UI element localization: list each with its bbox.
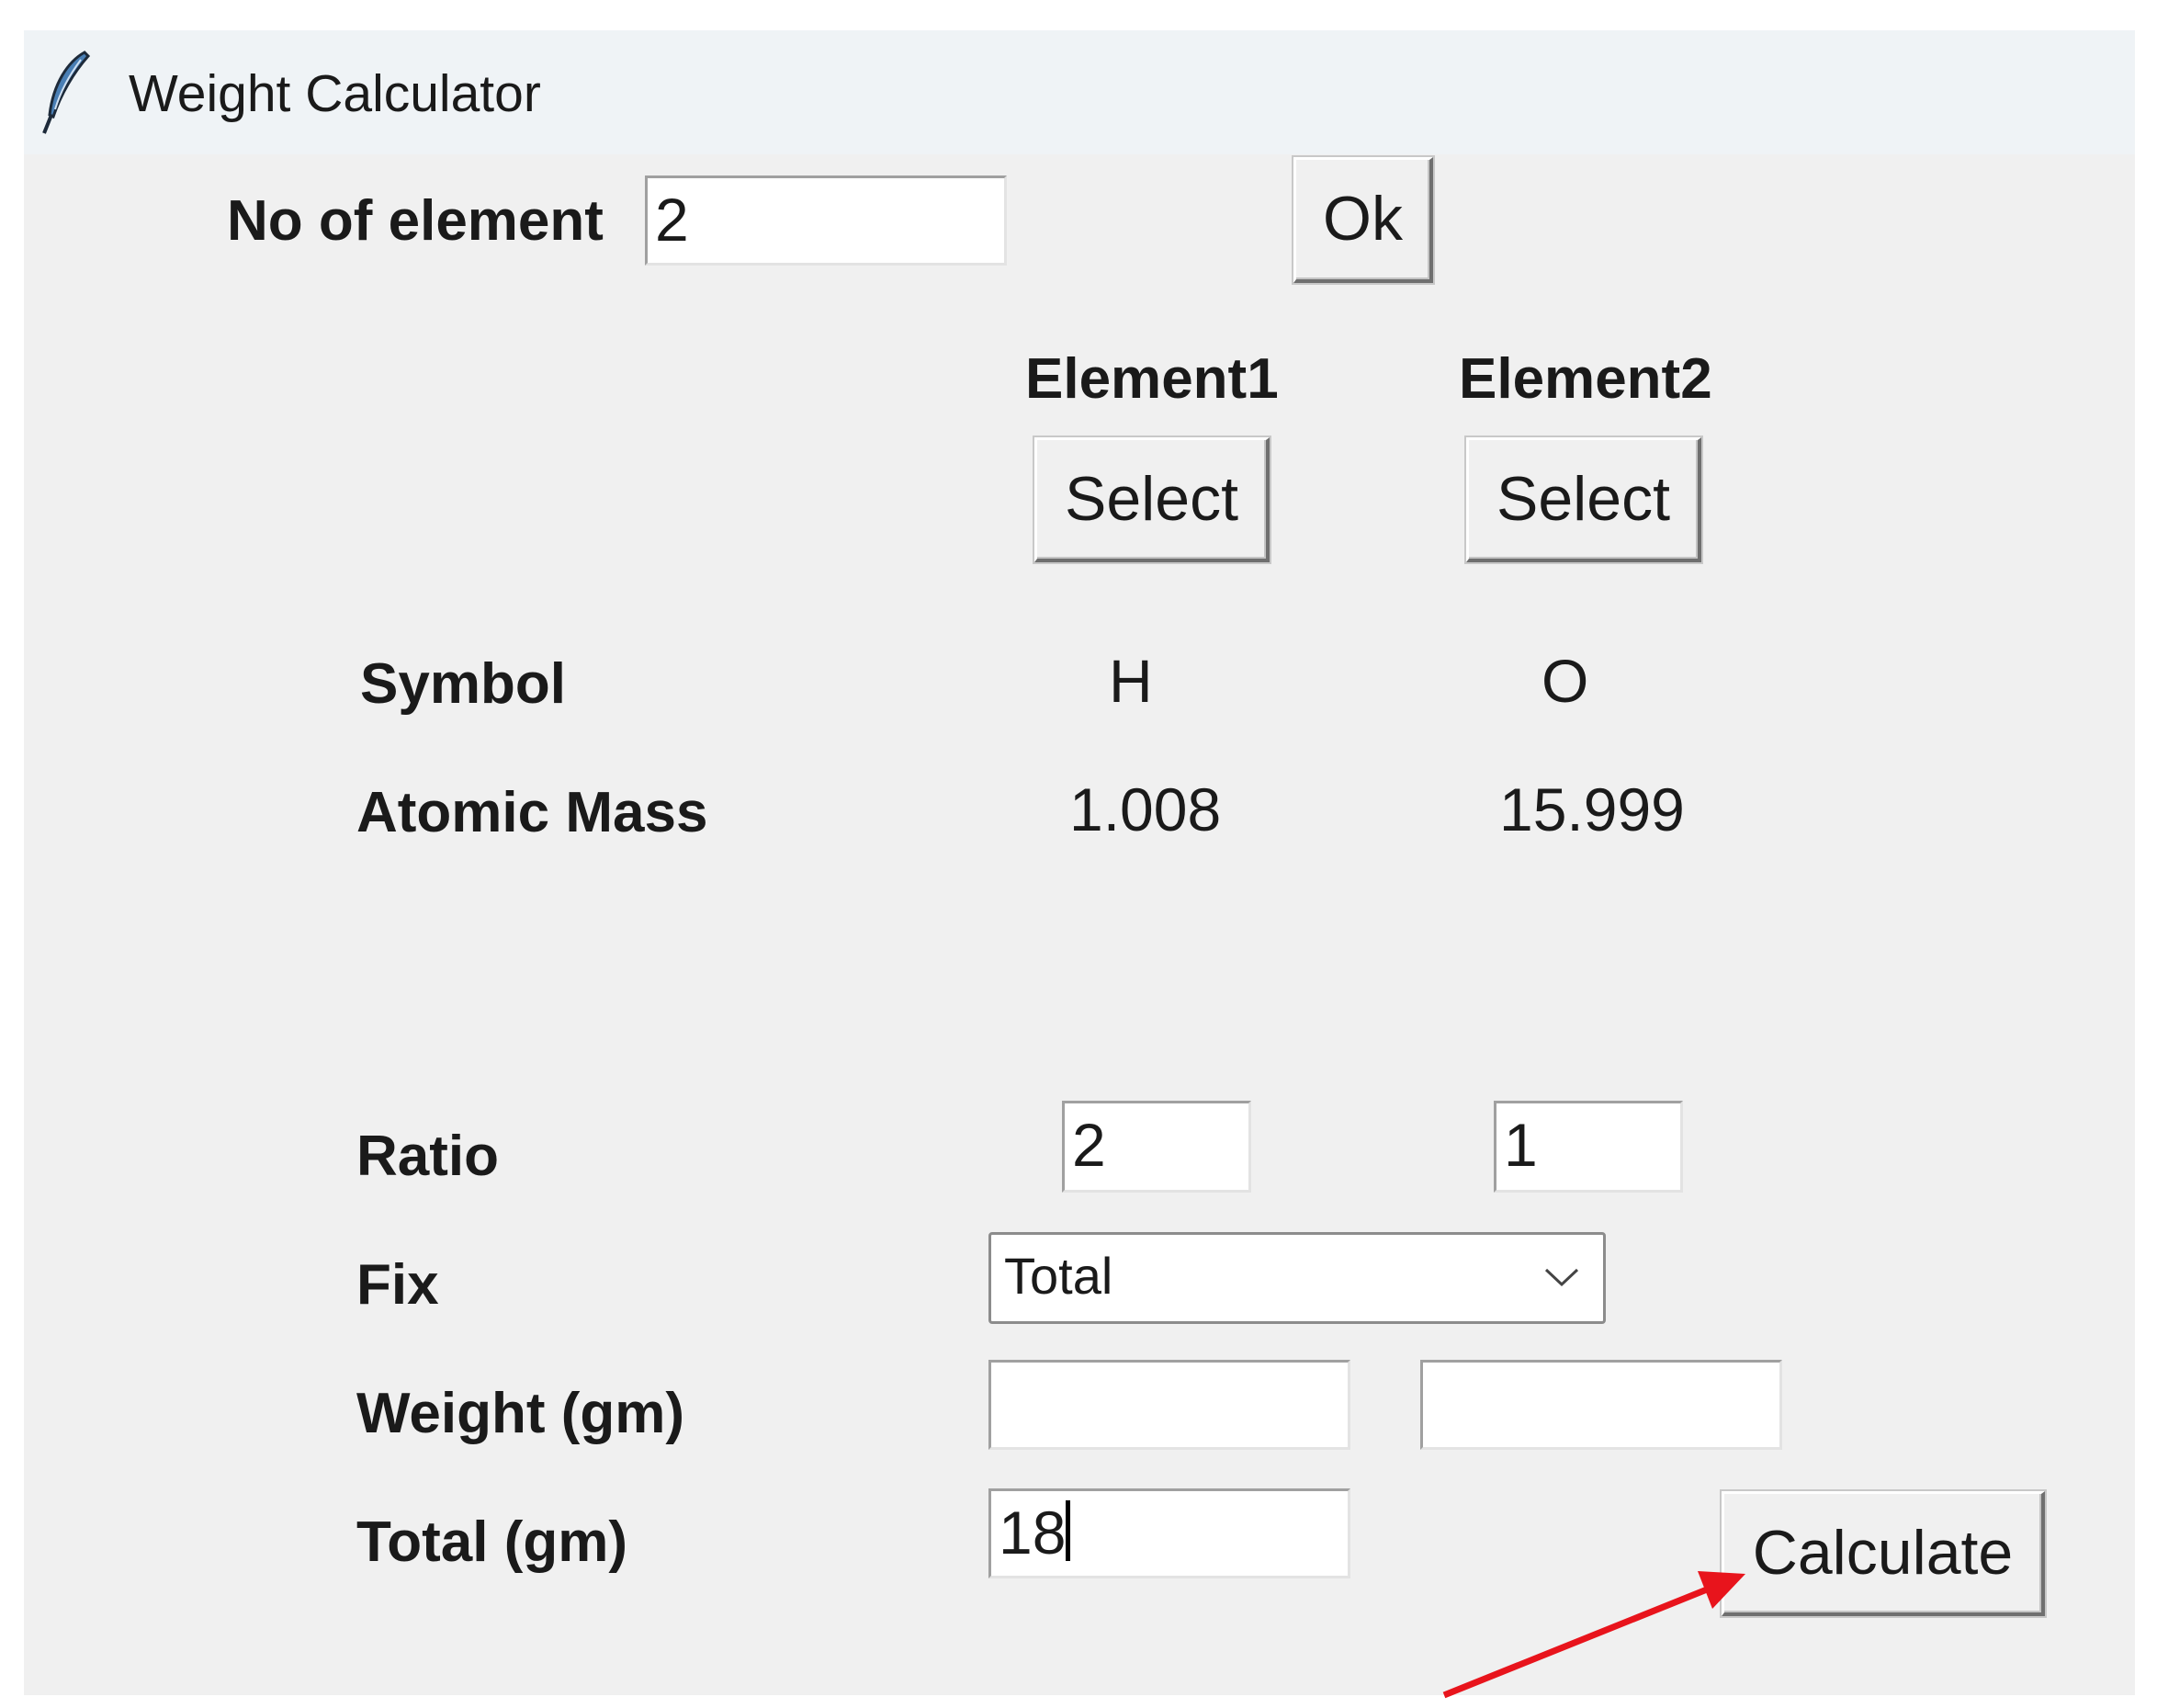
fix-selected-value: Total — [1004, 1247, 1113, 1305]
element2-header: Element2 — [1459, 347, 1712, 411]
calculate-button[interactable]: Calculate — [1722, 1491, 2045, 1616]
ratio-label: Ratio — [356, 1125, 499, 1188]
element2-symbol: O — [1542, 647, 1589, 715]
weight-calculator-window: Weight Calculator No of element 2 Ok Ele… — [24, 30, 2135, 1695]
element1-symbol: H — [1109, 647, 1153, 715]
element1-header: Element1 — [1025, 347, 1279, 411]
symbol-label: Symbol — [360, 652, 566, 716]
no-of-element-input[interactable]: 2 — [645, 175, 1007, 266]
element1-atomic-mass: 1.008 — [1069, 775, 1222, 843]
total-value: 18 — [999, 1499, 1067, 1567]
no-of-element-label: No of element — [227, 189, 604, 253]
total-input[interactable]: 18 — [988, 1488, 1350, 1578]
element2-ratio-input[interactable]: 1 — [1494, 1101, 1683, 1193]
chevron-down-icon — [1544, 1268, 1579, 1287]
ok-button[interactable]: Ok — [1293, 157, 1433, 283]
window-title: Weight Calculator — [129, 64, 541, 123]
element2-weight-input[interactable] — [1420, 1360, 1782, 1450]
element1-weight-input[interactable] — [988, 1360, 1350, 1450]
feather-icon — [42, 51, 91, 134]
fix-dropdown[interactable]: Total — [988, 1232, 1606, 1324]
element1-ratio-input[interactable]: 2 — [1062, 1101, 1251, 1193]
fix-label: Fix — [356, 1253, 439, 1317]
element2-select-button[interactable]: Select — [1466, 437, 1701, 562]
text-cursor — [1066, 1500, 1071, 1561]
total-label: Total (gm) — [356, 1510, 628, 1574]
element1-select-button[interactable]: Select — [1034, 437, 1270, 562]
element2-atomic-mass: 15.999 — [1499, 775, 1685, 843]
weight-label: Weight (gm) — [356, 1382, 685, 1445]
title-bar: Weight Calculator — [24, 30, 2135, 154]
atomic-mass-label: Atomic Mass — [356, 781, 708, 844]
